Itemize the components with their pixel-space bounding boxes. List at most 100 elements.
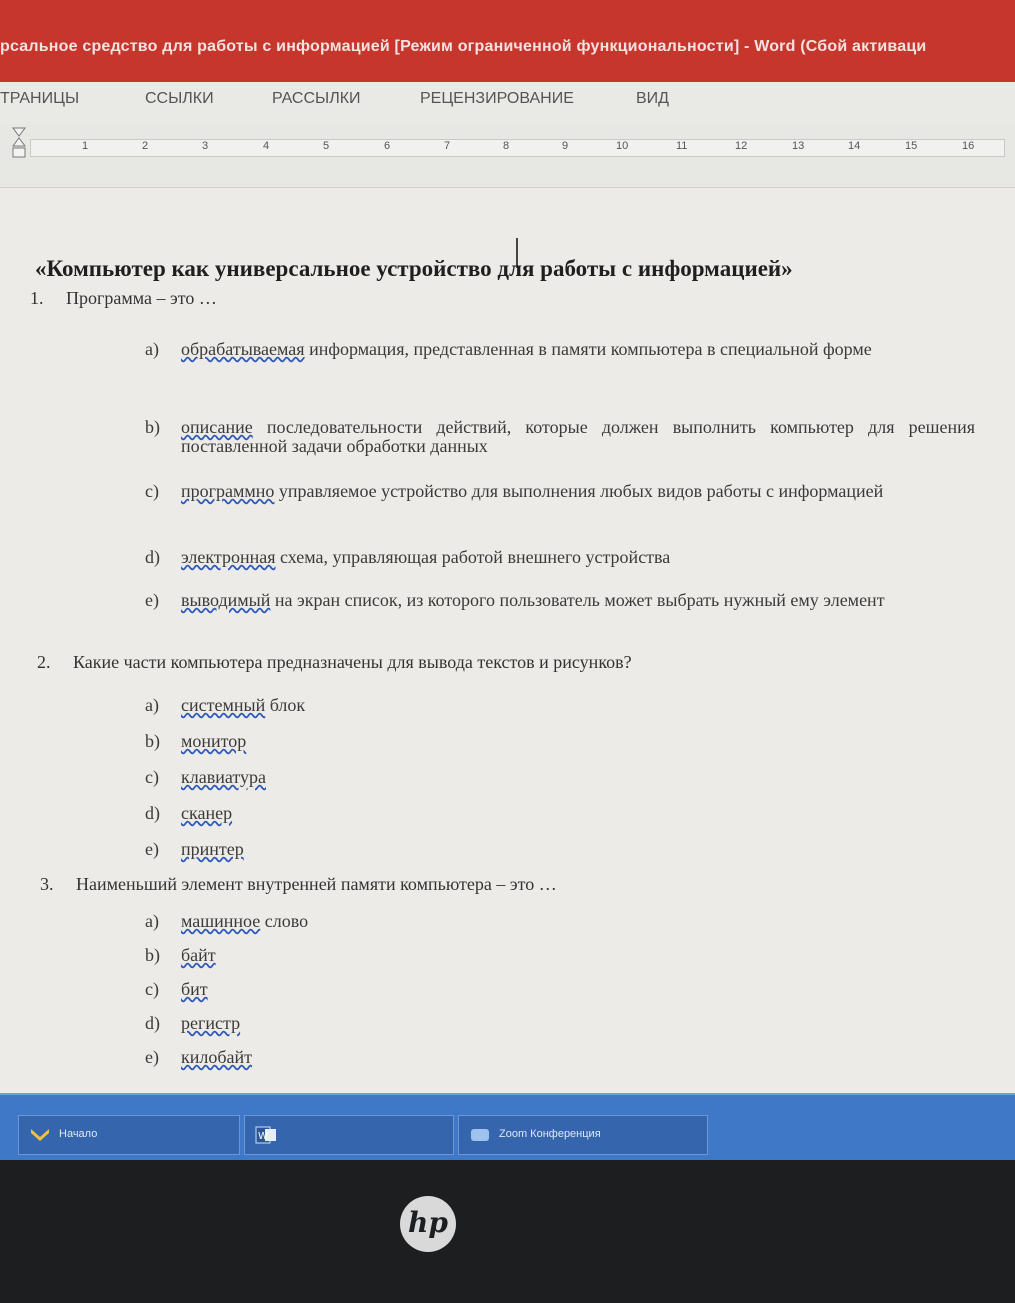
spellcheck-word: регистр [181, 1013, 241, 1033]
option-letter: c) [145, 481, 159, 501]
title-bar: рсальное средство для работы с информаци… [0, 0, 1015, 82]
hp-logo-icon: hp [400, 1196, 456, 1252]
windows-taskbar: Начало W Zoom Конференция [0, 1093, 1015, 1160]
option-letter: a) [145, 911, 159, 931]
taskbar-item-label: Начало [59, 1128, 98, 1140]
indent-marker-icon[interactable] [12, 126, 26, 160]
option-2d: d) сканер [145, 804, 975, 823]
option-text: управляемое устройство для выполнения лю… [274, 481, 884, 501]
tab-view[interactable]: ВИД [636, 90, 669, 108]
taskbar-word-button[interactable]: W [244, 1115, 454, 1155]
ruler-number: 5 [323, 140, 330, 152]
ruler-number: 7 [444, 140, 451, 152]
spellcheck-word: описание [181, 417, 253, 437]
ruler-number: 2 [142, 140, 149, 152]
option-2c: c) клавиатура [145, 768, 975, 787]
document-title: «Компьютер как универсальное устройство … [35, 256, 793, 281]
ruler-number: 4 [263, 140, 270, 152]
option-3b: b) байт [145, 946, 975, 965]
spellcheck-word: сканер [181, 803, 233, 823]
tab-references[interactable]: ССЫЛКИ [145, 90, 214, 108]
option-text: схема, управляющая работой внешнего устр… [275, 547, 671, 567]
option-letter: d) [145, 803, 160, 823]
spellcheck-word: машинное [181, 911, 261, 931]
laptop-screen: рсальное средство для работы с информаци… [0, 0, 1015, 1160]
option-text: последовательности действий, которые дол… [181, 417, 975, 456]
ruler-number: 15 [905, 140, 918, 152]
option-text: блок [265, 695, 306, 715]
option-letter: a) [145, 695, 159, 715]
option-3a: a) машинное слово [145, 912, 975, 931]
option-3e: e) килобайт [145, 1048, 975, 1067]
option-text: информация, представленная в памяти комп… [304, 339, 872, 359]
option-2e: e) принтер [145, 840, 975, 859]
spellcheck-word: бит [181, 979, 208, 999]
tab-mailings[interactable]: РАССЫЛКИ [272, 90, 361, 108]
option-2a: a) системный блок [145, 696, 975, 715]
option-1d: d) электронная схема, управляющая работо… [145, 548, 975, 567]
ruler-number: 1 [82, 140, 89, 152]
option-letter: e) [145, 839, 159, 859]
spellcheck-word: монитор [181, 731, 247, 751]
spellcheck-word: программно [181, 481, 275, 501]
conference-icon [471, 1129, 489, 1141]
spellcheck-word: байт [181, 945, 216, 965]
option-2b: b) монитор [145, 732, 975, 751]
option-letter: d) [145, 547, 160, 567]
tab-review[interactable]: РЕЦЕНЗИРОВАНИЕ [420, 90, 574, 108]
laptop-bezel: hp [0, 1160, 1015, 1303]
ribbon-tabs: ТРАНИЦЫ ССЫЛКИ РАССЫЛКИ РЕЦЕНЗИРОВАНИЕ В… [0, 82, 1015, 124]
option-text: слово [260, 911, 309, 931]
word-icon: W [255, 1126, 276, 1144]
option-3d: d) регистр [145, 1014, 975, 1033]
question-number: 2. [37, 652, 51, 672]
option-letter: a) [145, 339, 159, 359]
question-text: Программа – это … [66, 288, 217, 308]
question-text: Наименьший элемент внутренней памяти ком… [76, 874, 557, 894]
option-letter: b) [145, 417, 160, 437]
spellcheck-word: обрабатываемая [181, 339, 305, 359]
option-1b: b) описание последовательности действий,… [145, 418, 975, 456]
option-3c: c) бит [145, 980, 975, 999]
question-number: 3. [40, 874, 54, 894]
ruler-number: 10 [616, 140, 629, 152]
question-3: 3. Наименьший элемент внутренней памяти к… [40, 874, 557, 895]
window-title: рсальное средство для работы с информаци… [0, 38, 927, 55]
option-text: на экран список, из которого пользовател… [270, 590, 885, 610]
option-letter: e) [145, 1047, 159, 1067]
svg-text:W: W [258, 1131, 268, 1142]
option-1a: a) обрабатываемая информация, представле… [145, 340, 975, 359]
ruler-number: 3 [202, 140, 209, 152]
ruler-number: 6 [384, 140, 391, 152]
ruler-number: 12 [735, 140, 748, 152]
option-letter: d) [145, 1013, 160, 1033]
question-number: 1. [30, 288, 44, 308]
spellcheck-word: килобайт [181, 1047, 253, 1067]
question-2: 2. Какие части компьютера предназначены д… [37, 652, 632, 673]
ruler-number: 9 [562, 140, 569, 152]
ruler-number: 13 [792, 140, 805, 152]
ruler-number: 14 [848, 140, 861, 152]
tab-page-layout[interactable]: ТРАНИЦЫ [0, 90, 79, 108]
option-letter: e) [145, 590, 159, 610]
spellcheck-word: электронная [181, 547, 276, 567]
option-1c: c) программно управляемое устройство для… [145, 482, 975, 501]
ruler-number: 8 [503, 140, 510, 152]
option-1e: e) выводимый на экран список, из которог… [145, 591, 975, 610]
yandex-icon [31, 1129, 49, 1141]
ruler-number: 11 [676, 140, 688, 152]
spellcheck-word: системный [181, 695, 266, 715]
question-text: Какие части компьютера предназначены для… [73, 652, 632, 672]
taskbar-item-label: Zoom Конференция [499, 1128, 601, 1140]
ruler-number: 16 [962, 140, 975, 152]
option-letter: b) [145, 731, 160, 751]
option-letter: c) [145, 979, 159, 999]
taskbar-yandex-button[interactable]: Начало [18, 1115, 240, 1155]
spellcheck-word: выводимый [181, 590, 271, 610]
spellcheck-word: клавиатура [181, 767, 266, 787]
taskbar-conference-button[interactable]: Zoom Конференция [458, 1115, 708, 1155]
question-1: 1. Программа – это … [30, 288, 217, 309]
option-letter: b) [145, 945, 160, 965]
horizontal-ruler[interactable]: 1 2 3 4 5 6 7 8 9 10 11 12 13 14 15 16 [0, 124, 1015, 188]
document-page[interactable]: «Компьютер как универсальное устройство … [0, 188, 1015, 1093]
